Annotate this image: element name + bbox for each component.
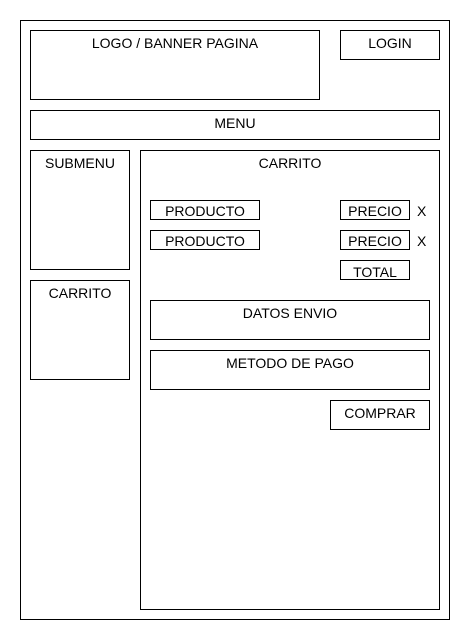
login-button[interactable]: LOGIN bbox=[340, 30, 440, 60]
banner-label: LOGO / BANNER PAGINA bbox=[91, 35, 259, 51]
product-item[interactable]: PRODUCTO bbox=[150, 230, 260, 250]
price-item: PRECIO bbox=[340, 230, 410, 250]
logo-banner: LOGO / BANNER PAGINA bbox=[30, 30, 320, 100]
sidebar-cart-label: CARRITO bbox=[48, 285, 112, 301]
cart-title: CARRITO bbox=[258, 155, 322, 171]
buy-label: COMPRAR bbox=[344, 405, 416, 421]
remove-item-button[interactable]: X bbox=[417, 203, 426, 219]
login-label: LOGIN bbox=[368, 35, 412, 51]
shipping-label: DATOS ENVIO bbox=[242, 305, 338, 321]
product-item[interactable]: PRODUCTO bbox=[150, 200, 260, 220]
submenu-panel[interactable]: SUBMENU bbox=[30, 150, 130, 270]
submenu-label: SUBMENU bbox=[44, 155, 115, 171]
menu-label: MENU bbox=[214, 115, 256, 131]
payment-method-section[interactable]: METODO DE PAGO bbox=[150, 350, 430, 390]
remove-item-button[interactable]: X bbox=[417, 233, 426, 249]
price-item: PRECIO bbox=[340, 200, 410, 220]
payment-label: METODO DE PAGO bbox=[226, 355, 354, 371]
shipping-data-section[interactable]: DATOS ENVIO bbox=[150, 300, 430, 340]
sidebar-cart-panel[interactable]: CARRITO bbox=[30, 280, 130, 380]
total-box: TOTAL bbox=[340, 260, 410, 280]
menu-bar[interactable]: MENU bbox=[30, 110, 440, 140]
buy-button[interactable]: COMPRAR bbox=[330, 400, 430, 430]
